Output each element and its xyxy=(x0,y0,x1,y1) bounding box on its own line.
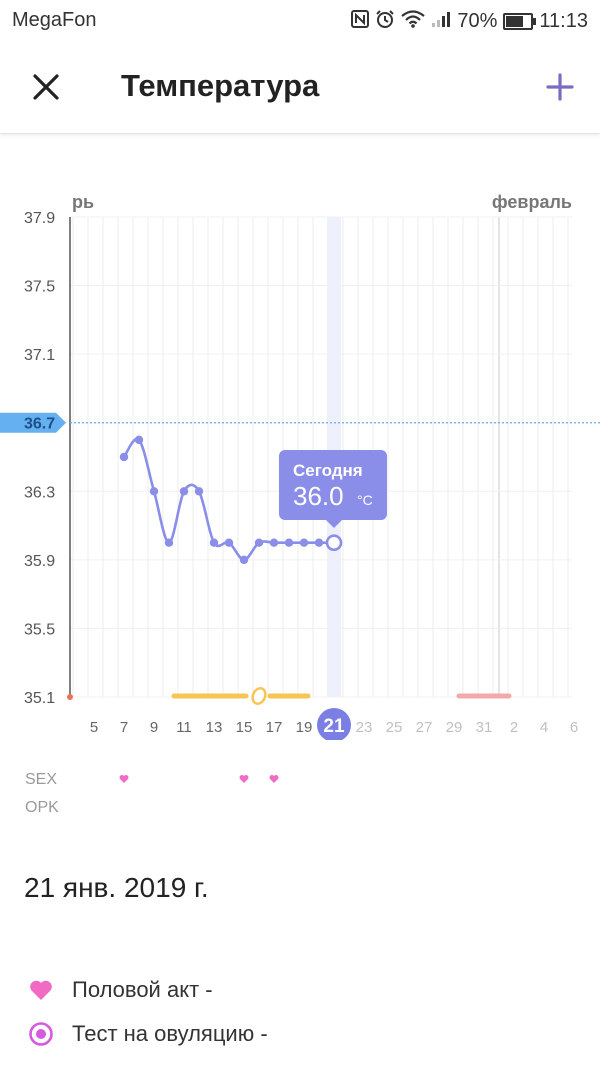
sex-heart-icon xyxy=(239,775,249,783)
opk-row-label: OPK xyxy=(25,799,59,816)
x-tick-label: 11 xyxy=(176,719,192,736)
axis-origin-dot xyxy=(67,694,73,700)
signal-icon xyxy=(431,10,451,33)
nfc-icon xyxy=(351,10,370,33)
ovulation-test-row[interactable]: Тест на овуляцию - xyxy=(28,1012,268,1056)
heart-icon xyxy=(28,977,54,1003)
data-point xyxy=(239,555,249,565)
wifi-icon xyxy=(401,10,426,33)
data-point xyxy=(224,538,234,547)
y-tick-label: 35.5 xyxy=(24,621,55,638)
data-point xyxy=(314,538,324,547)
x-tick-label: 4 xyxy=(540,719,548,736)
ovulation-test-label: Тест на овуляцию - xyxy=(72,1021,268,1046)
sex-markers xyxy=(119,775,279,783)
x-tick-label: 31 xyxy=(476,719,493,736)
battery-icon xyxy=(503,13,537,30)
temperature-chart-svg[interactable]: рь февраль 37.9 37.5 37.1 36.7 36.3 35.9 35.5 35.… xyxy=(0,180,600,740)
selected-date: 21 янв. 2019 г. xyxy=(24,872,209,903)
data-point xyxy=(134,435,144,445)
y-tick-label: 36.3 xyxy=(24,484,55,501)
day-details: Половой акт - Тест на овуляцию - xyxy=(28,968,268,1056)
tooltip-unit: °C xyxy=(357,492,373,508)
data-point xyxy=(299,538,309,547)
month-label: февраль xyxy=(492,192,572,212)
clock: 11:13 xyxy=(539,10,588,32)
x-tick-label: 2 xyxy=(510,719,518,736)
close-icon xyxy=(33,74,59,100)
y-tick-label: 37.9 xyxy=(24,210,55,227)
data-point xyxy=(254,538,264,547)
sex-heart-icon xyxy=(269,775,279,783)
close-button[interactable] xyxy=(24,65,68,109)
data-point xyxy=(209,538,219,547)
tooltip-title: Сегодня xyxy=(293,461,363,480)
sex-detail-row[interactable]: Половой акт - xyxy=(28,968,268,1012)
x-tick-label: 5 xyxy=(90,719,98,736)
carrier-name: MegaFon xyxy=(12,9,97,31)
data-point xyxy=(179,487,189,496)
page-title: Температура xyxy=(121,68,320,103)
x-tick-label: 6 xyxy=(570,719,578,736)
tooltip-value: 36.0 xyxy=(293,481,344,511)
x-tick-label: 23 xyxy=(356,719,373,736)
data-point xyxy=(149,487,159,496)
x-tick-label: 29 xyxy=(446,719,463,736)
y-tick-label: 37.1 xyxy=(24,347,55,364)
x-tick-label: 13 xyxy=(206,719,223,736)
add-button[interactable] xyxy=(538,65,582,109)
app-bar: Температура xyxy=(0,40,600,134)
y-tick-label: 35.9 xyxy=(24,553,55,570)
data-point xyxy=(194,487,204,496)
status-bar: MegaFon 70% 11:13 xyxy=(0,0,600,40)
ovulation-test-icon xyxy=(28,1021,54,1047)
y-tick-label: 35.1 xyxy=(24,690,55,707)
x-tick-label-today: 21 xyxy=(323,716,345,737)
x-tick-label: 9 xyxy=(150,719,158,736)
month-label: рь xyxy=(72,192,94,212)
battery-percent: 70% xyxy=(457,10,498,32)
today-point xyxy=(325,534,343,552)
y-tick-label: 37.5 xyxy=(24,279,55,296)
alarm-icon xyxy=(375,9,395,34)
sex-detail-label: Половой акт - xyxy=(72,977,213,1002)
data-point xyxy=(269,538,279,547)
temperature-chart[interactable]: рь февраль 37.9 37.5 37.1 36.7 36.3 35.9 35.5 35.… xyxy=(0,180,600,740)
y-tick-label: 36.7 xyxy=(24,416,55,433)
x-tick-label: 25 xyxy=(386,719,403,736)
x-tick-label: 27 xyxy=(416,719,433,736)
plus-icon xyxy=(546,73,574,101)
x-tick-label: 15 xyxy=(236,719,253,736)
data-point xyxy=(164,538,174,547)
data-point xyxy=(284,538,294,547)
sex-heart-icon xyxy=(119,775,129,783)
status-icons: 70% 11:13 xyxy=(351,9,588,34)
x-tick-label: 17 xyxy=(266,719,283,736)
x-tick-label: 19 xyxy=(296,719,313,736)
data-point xyxy=(119,452,129,462)
x-tick-label: 7 xyxy=(120,719,128,736)
